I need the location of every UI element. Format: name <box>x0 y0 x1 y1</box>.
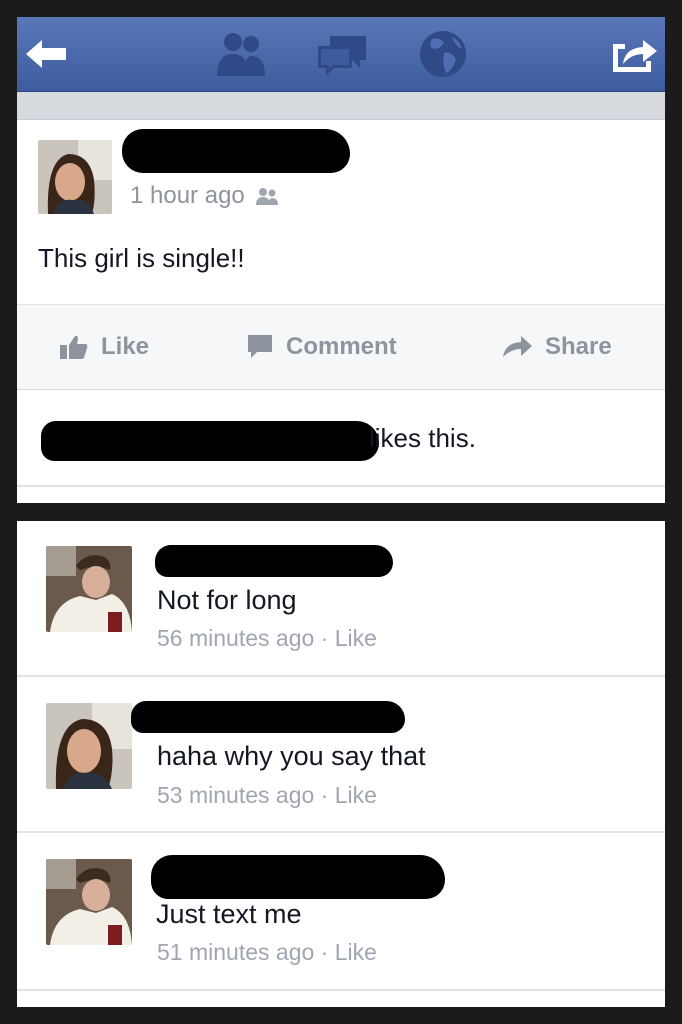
comment-bubble-icon <box>248 335 272 358</box>
poster-avatar[interactable] <box>38 140 112 214</box>
back-arrow-icon[interactable] <box>21 17 71 91</box>
post-body-text: This girl is single!! <box>38 243 245 273</box>
like-button[interactable]: Like <box>59 305 149 389</box>
comment-time: 51 minutes ago <box>157 939 315 965</box>
share-arrow-icon <box>503 336 532 357</box>
comment-meta: 51 minutes ago · Like <box>157 939 377 966</box>
comments-screenshot-panel: Not for long 56 minutes ago · Like haha … <box>17 521 665 1007</box>
post-timestamp-text: 1 hour ago <box>130 182 245 209</box>
header-divider-strip <box>17 92 665 120</box>
share-label: Share <box>545 333 612 360</box>
comment-like-link[interactable]: Like <box>335 782 377 808</box>
redacted-commenter-name <box>155 545 393 577</box>
redacted-commenter-name <box>131 701 405 733</box>
meta-separator: · <box>314 782 335 808</box>
comment-divider <box>17 831 665 833</box>
post-timestamp: 1 hour ago <box>130 182 279 210</box>
comment-time: 53 minutes ago <box>157 782 315 808</box>
commenter-avatar[interactable] <box>46 546 132 632</box>
comment-button[interactable]: Comment <box>246 305 397 389</box>
thumbs-up-icon <box>60 335 88 359</box>
comment-divider <box>17 989 665 991</box>
comment-divider <box>17 675 665 677</box>
like-label: Like <box>101 333 150 360</box>
post-action-bar: Like Comment Share <box>17 304 665 390</box>
post-screenshot-panel: 1 hour ago This girl is single!! Like Co… <box>17 17 665 503</box>
comment-meta: 56 minutes ago · Like <box>157 625 377 652</box>
comment-label: Comment <box>286 333 397 360</box>
likes-summary[interactable]: likes this. <box>369 423 476 454</box>
messages-icon[interactable] <box>313 17 373 91</box>
meta-separator: · <box>314 625 335 651</box>
friend-requests-icon[interactable] <box>211 17 271 91</box>
top-navigation-bar <box>17 17 665 92</box>
audience-friends-icon <box>256 188 279 205</box>
meta-separator: · <box>314 939 335 965</box>
comment-text: Not for long <box>157 585 297 615</box>
redacted-commenter-name <box>151 855 445 899</box>
comment-time: 56 minutes ago <box>157 625 315 651</box>
comment-meta: 53 minutes ago · Like <box>157 782 377 809</box>
notifications-globe-icon[interactable] <box>413 17 473 91</box>
comment-like-link[interactable]: Like <box>335 939 377 965</box>
comment-text: Just text me <box>156 899 302 929</box>
commenter-avatar[interactable] <box>46 859 132 945</box>
comment-like-link[interactable]: Like <box>335 625 377 651</box>
share-out-icon[interactable] <box>607 17 661 91</box>
comment-text: haha why you say that <box>157 741 426 771</box>
share-button[interactable]: Share <box>501 305 612 389</box>
redacted-liker-names <box>41 421 379 461</box>
redacted-poster-name <box>122 129 350 173</box>
commenter-avatar[interactable] <box>46 703 132 789</box>
post-bottom-divider <box>17 485 665 487</box>
